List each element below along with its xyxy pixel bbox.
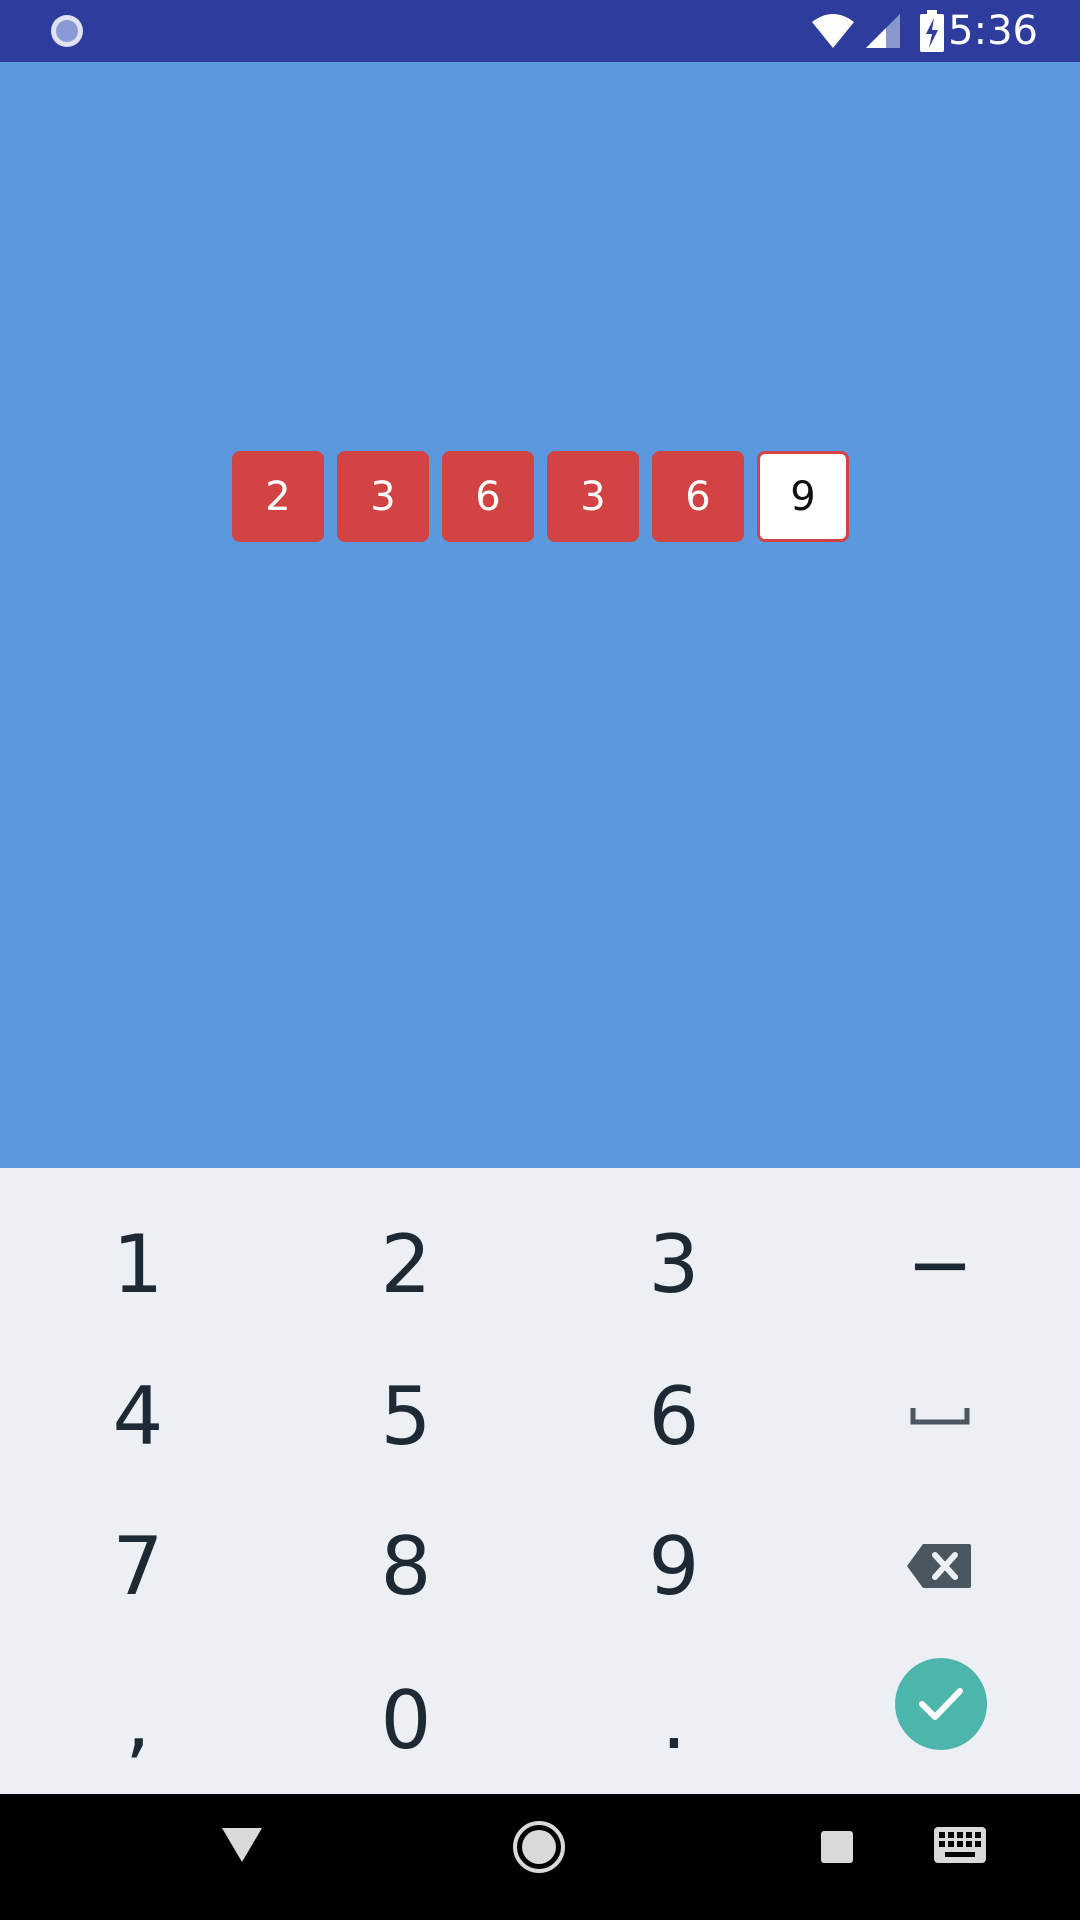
home-icon[interactable] <box>512 1820 566 1874</box>
otp-digit-box[interactable]: 6 <box>652 451 744 542</box>
navigation-bar <box>0 1794 1080 1920</box>
loading-circle-icon <box>51 15 83 47</box>
key-comma[interactable]: , <box>4 1644 272 1796</box>
key-6[interactable]: 6 <box>540 1340 808 1492</box>
key-1[interactable]: 1 <box>4 1188 272 1340</box>
otp-digit-box[interactable]: 6 <box>442 451 534 542</box>
key-space[interactable] <box>806 1340 1074 1492</box>
key-minus[interactable]: − <box>806 1188 1074 1340</box>
key-4[interactable]: 4 <box>4 1340 272 1492</box>
backspace-icon <box>907 1544 971 1588</box>
otp-digit-box[interactable]: 3 <box>337 451 429 542</box>
done-button[interactable] <box>895 1658 987 1750</box>
key-8[interactable]: 8 <box>272 1490 540 1642</box>
key-9[interactable]: 9 <box>540 1490 808 1642</box>
otp-digit-box-active[interactable]: 9 <box>757 451 849 542</box>
recents-icon[interactable] <box>820 1830 854 1864</box>
key-0[interactable]: 0 <box>272 1644 540 1796</box>
keyboard-icon[interactable] <box>933 1826 987 1864</box>
wifi-icon <box>812 14 854 48</box>
key-3[interactable]: 3 <box>540 1188 808 1340</box>
key-backspace[interactable] <box>806 1490 1074 1642</box>
back-icon[interactable] <box>220 1824 264 1864</box>
battery-charging-icon <box>920 10 944 52</box>
otp-digit-box[interactable]: 3 <box>547 451 639 542</box>
space-icon <box>910 1408 970 1425</box>
key-period[interactable]: . <box>540 1644 808 1796</box>
checkmark-icon <box>919 1688 963 1720</box>
signal-icon <box>866 14 900 48</box>
status-clock: 5:36 <box>948 8 1038 54</box>
key-5[interactable]: 5 <box>272 1340 540 1492</box>
key-7[interactable]: 7 <box>4 1490 272 1642</box>
key-2[interactable]: 2 <box>272 1188 540 1340</box>
status-bar: 5:36 <box>0 0 1080 62</box>
otp-digit-box[interactable]: 2 <box>232 451 324 542</box>
otp-code-input[interactable]: 2 3 6 3 6 9 <box>232 451 849 542</box>
